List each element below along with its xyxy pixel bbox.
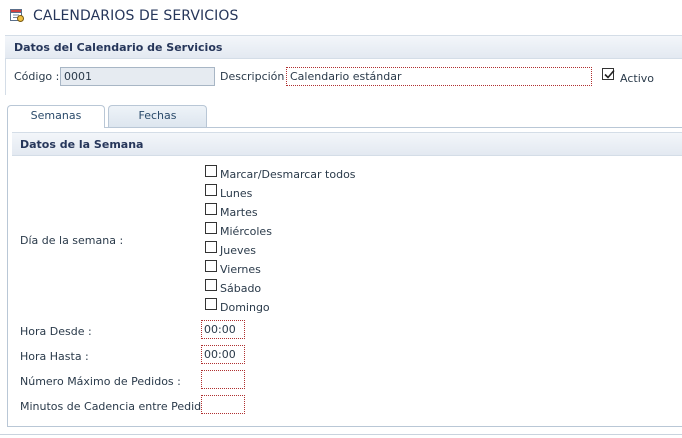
activo-checkbox[interactable] — [602, 68, 615, 80]
sabado-label: Sábado — [220, 282, 262, 295]
checkbox-row-sabado[interactable]: Sábado — [205, 279, 261, 295]
minutos-cadencia-label: Minutos de Cadencia entre Pedidos : — [20, 400, 221, 413]
marcar-todos-checkbox[interactable] — [205, 165, 217, 177]
viernes-checkbox[interactable] — [205, 260, 217, 272]
sabado-checkbox[interactable] — [205, 279, 217, 291]
domingo-checkbox[interactable] — [205, 298, 217, 310]
marcar-todos-label: Marcar/Desmarcar todos — [220, 168, 356, 181]
hora-hasta-label: Hora Hasta : — [20, 350, 89, 363]
martes-checkbox[interactable] — [205, 203, 217, 215]
page-title: CALENDARIOS DE SERVICIOS — [33, 8, 239, 24]
bottom-divider — [0, 434, 682, 435]
hora-hasta-field[interactable]: 00:00 — [201, 345, 245, 364]
checkbox-row-viernes[interactable]: Viernes — [205, 260, 261, 276]
lunes-label: Lunes — [220, 187, 253, 200]
dia-semana-label: Día de la semana : — [20, 234, 124, 247]
martes-label: Martes — [220, 206, 258, 219]
descripcion-field[interactable]: Calendario estándar — [286, 67, 592, 86]
tab-fechas[interactable]: Fechas — [108, 105, 207, 127]
tab-semanas[interactable]: Semanas — [7, 105, 105, 128]
datos-semana-title: Datos de la Semana — [20, 138, 144, 151]
hora-desde-label: Hora Desde : — [20, 325, 92, 338]
datos-calendario-title: Datos del Calendario de Servicios — [14, 41, 223, 54]
codigo-field[interactable]: 0001 — [60, 67, 215, 86]
codigo-label: Código : — [14, 70, 60, 83]
minutos-cadencia-field[interactable] — [201, 395, 245, 414]
calendar-settings-icon — [10, 8, 24, 22]
checkbox-row-martes[interactable]: Martes — [205, 203, 258, 219]
lunes-checkbox[interactable] — [205, 184, 217, 196]
miercoles-checkbox[interactable] — [205, 222, 217, 234]
activo-label: Activo — [620, 72, 654, 85]
checkbox-row-marcar-todos[interactable]: Marcar/Desmarcar todos — [205, 165, 356, 181]
jueves-label: Jueves — [220, 244, 256, 257]
numero-maximo-pedidos-field[interactable] — [201, 370, 245, 389]
checkbox-row-miercoles[interactable]: Miércoles — [205, 222, 272, 238]
numero-maximo-pedidos-label: Número Máximo de Pedidos : — [20, 375, 181, 388]
checkbox-row-jueves[interactable]: Jueves — [205, 241, 256, 257]
checkbox-row-lunes[interactable]: Lunes — [205, 184, 252, 200]
miercoles-label: Miércoles — [220, 225, 272, 238]
checkbox-row-domingo[interactable]: Domingo — [205, 298, 270, 314]
descripcion-label: Descripción : — [220, 70, 292, 83]
hora-desde-field[interactable]: 00:00 — [201, 320, 245, 339]
viernes-label: Viernes — [220, 263, 261, 276]
check-icon — [604, 69, 615, 79]
domingo-label: Domingo — [220, 301, 270, 314]
jueves-checkbox[interactable] — [205, 241, 217, 253]
